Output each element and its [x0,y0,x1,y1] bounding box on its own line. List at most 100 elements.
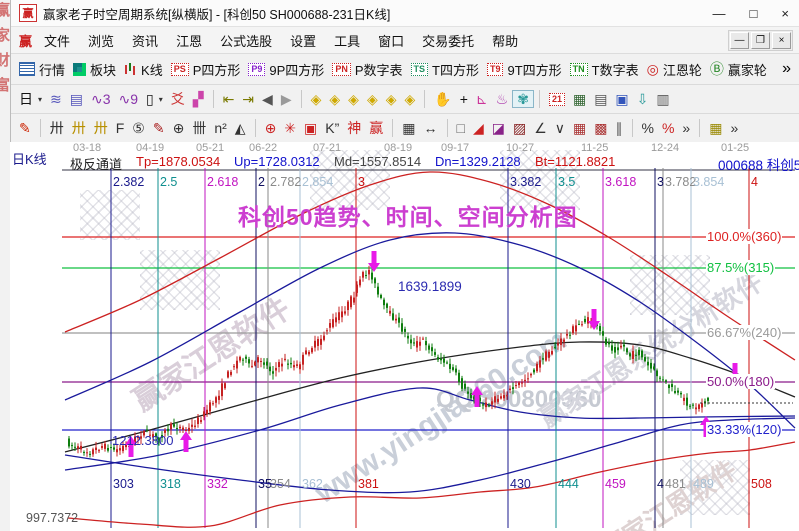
save-button[interactable]: ▣ [611,91,632,107]
calendar-21-button[interactable]: 21 [545,92,569,107]
wave-9-icon[interactable]: ∿9 [115,91,143,107]
fan-box-button[interactable]: ◪ [488,120,509,136]
quotes-button[interactable]: 行情 [15,59,69,80]
overflow-chevron[interactable]: » [678,120,694,136]
wave-3-icon[interactable]: ∿3 [87,91,115,107]
gann-wheel-button[interactable]: ◎ 江恩轮 [643,59,706,80]
first-bar-button[interactable]: ⇤ [219,91,239,107]
menu-item-文件[interactable]: 文件 [44,31,70,50]
cycle-right-button[interactable]: ◈ [325,91,344,107]
cycle-shrink-button[interactable]: ◈ [363,91,382,107]
grid2-tool-button[interactable]: ▩ [590,120,611,136]
mdi-restore-button[interactable]: ❐ [751,31,770,49]
t-number-table-button[interactable]: TN T数字表 [566,59,643,80]
pen2-button[interactable]: ✎ [149,120,169,136]
gold-ruler2-button[interactable]: 卅 [90,120,112,136]
t-square-button[interactable]: TS T四方形 [407,59,483,80]
menu-item-公式选股[interactable]: 公式选股 [220,31,272,50]
width-measure-button[interactable]: ↔ [420,120,442,136]
menu-item-帮助[interactable]: 帮助 [492,31,518,50]
close-button[interactable]: × [781,6,789,21]
draw-pen-button[interactable]: ✎ [15,120,35,136]
ruler-123-button[interactable]: ▦ [398,120,419,136]
cycle-prev-button[interactable]: ◈ [382,91,401,107]
yingjia-button[interactable]: 赢 [365,120,387,136]
fan-tool-button[interactable]: ◢ [469,120,488,136]
menu-item-江恩[interactable]: 江恩 [176,31,202,50]
menu-item-设置[interactable]: 设置 [290,31,316,50]
ruler2-button[interactable]: 卌 [188,120,210,136]
menu-item-窗口[interactable]: 窗口 [378,31,404,50]
shen-button[interactable]: 神 [343,120,365,136]
v-lines-button[interactable]: ∨ [551,120,569,136]
nine-p-square-button[interactable]: P9 9P四方形 [244,59,328,80]
grid-yellow-button[interactable]: ▦ [705,120,726,136]
overlay-curves-icon[interactable]: ≋ [46,91,66,107]
chart-area[interactable]: 赢家江恩软件 www.yingjia360.com QQ:800800360 赢家江恩… [10,142,799,531]
quote-list-icon[interactable]: ▤ [66,91,87,107]
p-square-button[interactable]: PS P四方形 [167,59,245,80]
percent-lines-button[interactable]: % [658,120,678,136]
toolbar-separator [631,119,633,137]
gann-ruler-button[interactable]: 卅 [46,120,68,136]
print-button[interactable]: ▥ [652,91,673,107]
winner-wheel-button[interactable]: Ⓑ 赢家轮 [706,59,771,80]
period-day-button[interactable]: 日 ▾ [15,91,46,107]
square-tool-button[interactable]: □ [453,120,469,136]
hand-tool-button[interactable]: ✋ [430,91,455,107]
prev-bar-button[interactable]: ◀ [258,91,277,107]
n-squared-button[interactable]: n² [210,120,230,136]
cycle-top-label: 3 [358,175,365,189]
cycle-left-button[interactable]: ◈ [307,91,326,107]
toolbar-overflow-chevron[interactable]: » [778,59,795,79]
compare-icon[interactable]: 爻 [167,91,189,107]
candle-style-button[interactable]: ▯ ▾ [142,91,167,107]
width-measure-button-icon: ↔ [423,120,438,136]
next-bar-button[interactable]: ▶ [277,91,296,107]
five-ruler-button[interactable]: ⑤ [128,120,149,136]
sectors-button[interactable]: 板块 [69,59,120,80]
gann-square-button[interactable]: ▣ [300,120,321,136]
circle-ruler-button[interactable]: ⊕ [169,120,189,136]
notes-button[interactable]: ▤ [590,91,611,107]
mdi-close-button[interactable]: × [772,31,791,49]
last-bar-button[interactable]: ⇥ [238,91,258,107]
angle-lines-button[interactable]: ∠ [530,120,551,136]
maximize-button[interactable]: □ [750,6,758,21]
toolbar-separator [392,119,394,137]
menu-item-浏览[interactable]: 浏览 [88,31,114,50]
mdi-minimize-button[interactable]: — [730,31,749,49]
k-quote-button[interactable]: K” [321,120,343,136]
minimize-button[interactable]: — [713,6,726,21]
overflow2-chevron[interactable]: » [726,120,742,136]
pattern-tool-button[interactable]: ♨ [492,91,513,107]
annotation-arrow-up [180,431,192,440]
fan-shade-button[interactable]: ▨ [509,120,530,136]
kline-button[interactable]: K线 [120,59,167,80]
grid-tool-button[interactable]: ▦ [569,120,590,136]
menu-item-工具[interactable]: 工具 [334,31,360,50]
colored-chart-icon[interactable]: ▞ [189,91,208,107]
cycle-next-button[interactable]: ◈ [401,91,420,107]
export-button[interactable]: ⇩ [633,91,653,107]
f-ruler-button[interactable]: F [112,120,129,136]
nine-t-square-button[interactable]: T9 9T四方形 [483,59,566,80]
date-tick-label: 09-17 [441,142,470,154]
next-bar-button-icon: ▶ [280,91,292,107]
gann-star-button[interactable]: ✳ [280,120,300,136]
angle-a-button[interactable]: ◭ [231,120,250,136]
cycle-expand-button[interactable]: ◈ [344,91,363,107]
calculator-button[interactable]: ▦ [569,91,590,107]
gold-ruler-button[interactable]: 卅 [68,120,90,136]
angle-tool-button[interactable]: ⊾ [472,91,492,107]
date-tick-label: 06-22 [249,142,278,154]
menu-item-资讯[interactable]: 资讯 [132,31,158,50]
crosshair-tool-button[interactable]: + [456,91,472,107]
parallel-lines-button[interactable]: ∥ [612,120,627,136]
indicator-value: Tp=1878.0534 [136,154,221,169]
percent-button[interactable]: % [638,120,658,136]
smart-analysis-button[interactable]: ✾ [512,90,534,108]
menu-item-交易委托[interactable]: 交易委托 [422,31,474,50]
gann-target-button[interactable]: ⊕ [261,120,281,136]
p-number-table-button[interactable]: PN P数字表 [328,59,406,80]
